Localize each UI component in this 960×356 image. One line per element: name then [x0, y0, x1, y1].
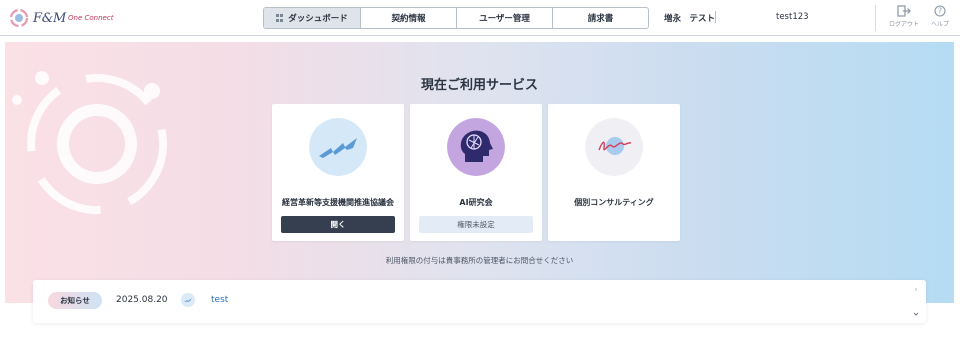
- help-button[interactable]: ? ヘルプ: [922, 5, 958, 31]
- logout-label: ログアウト: [888, 21, 919, 28]
- services-hero: 現在ご利用サービス 経営革新等支援機関推進協議会 開く AI研究会 権限未設定 …: [5, 42, 954, 303]
- decorative-rings-icon: [12, 71, 167, 214]
- service-name: AI研究会: [459, 198, 493, 207]
- header-divider: [875, 5, 876, 31]
- user-display-name: 増永 テスト: [664, 14, 716, 24]
- tab-user-management-label: ユーザー管理: [479, 14, 530, 24]
- user-id: test123: [776, 12, 809, 22]
- news-item-link[interactable]: test: [211, 295, 228, 305]
- tab-invoices-label: 請求書: [587, 14, 614, 24]
- chart-mountain-icon: [309, 118, 367, 176]
- service-logo-icon: [181, 293, 195, 307]
- user-divider: [715, 11, 716, 23]
- ai-brain-icon: [447, 118, 505, 176]
- logout-icon: [897, 5, 911, 17]
- logo-mark-icon: [9, 8, 29, 28]
- main-nav-tabs: ダッシュボード 契約情報 ユーザー管理 請求書: [263, 7, 649, 29]
- help-icon: ?: [934, 5, 946, 17]
- consulting-signature-icon: [585, 118, 643, 176]
- logo-subtext: One Connect: [68, 14, 114, 22]
- tab-dashboard-label: ダッシュボード: [288, 14, 348, 24]
- tab-contract-info[interactable]: 契約情報: [360, 8, 456, 28]
- service-card-ai-study: AI研究会 権限未設定: [410, 104, 542, 241]
- app-logo[interactable]: F&M One Connect: [8, 7, 113, 29]
- tab-contract-info-label: 契約情報: [391, 14, 426, 24]
- open-service-button[interactable]: 開く: [281, 216, 395, 233]
- news-scroll-arrows-icon[interactable]: [913, 286, 919, 318]
- logout-button[interactable]: ログアウト: [886, 5, 922, 31]
- help-label: ヘルプ: [930, 21, 949, 28]
- news-date: 2025.08.20: [116, 295, 168, 305]
- top-header: F&M One Connect ダッシュボード 契約情報 ユーザー管理 請求書 …: [0, 0, 960, 36]
- service-name: 個別コンサルティング: [574, 198, 654, 207]
- svg-text:?: ?: [938, 7, 942, 16]
- service-card-management-council: 経営革新等支援機関推進協議会 開く: [272, 104, 404, 241]
- logo-text: F&M: [33, 10, 67, 26]
- news-bar: お知らせ 2025.08.20 test: [33, 280, 926, 323]
- no-permission-label: 権限未設定: [419, 216, 533, 233]
- permission-notice: 利用権限の付与は貴事務所の管理者にお問合せください: [385, 256, 574, 265]
- news-badge: お知らせ: [48, 292, 102, 309]
- service-name: 経営革新等支援機関推進協議会: [282, 198, 394, 207]
- hero-title: 現在ご利用サービス: [420, 78, 538, 93]
- grid-icon: [276, 14, 284, 22]
- tab-user-management[interactable]: ユーザー管理: [456, 8, 552, 28]
- service-card-individual-consulting: 個別コンサルティング: [548, 104, 680, 241]
- tab-invoices[interactable]: 請求書: [552, 8, 648, 28]
- tab-dashboard[interactable]: ダッシュボード: [264, 8, 360, 28]
